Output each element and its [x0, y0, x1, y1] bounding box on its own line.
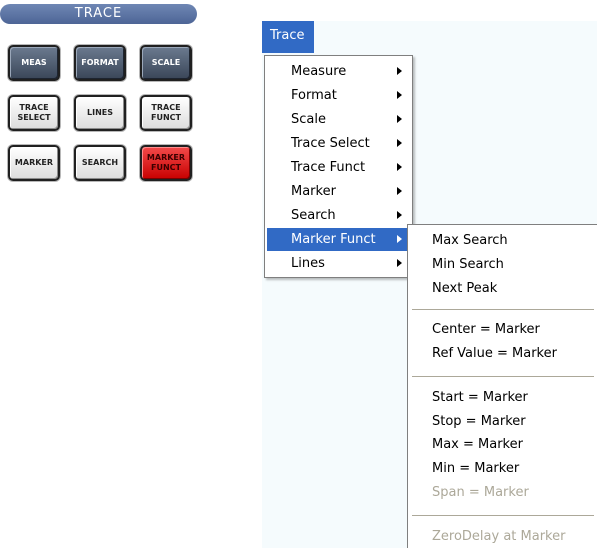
- menubar-trace[interactable]: Trace: [262, 21, 314, 53]
- submenu-item-max-search[interactable]: Max Search: [410, 229, 596, 252]
- menu-item-label: Search: [291, 208, 336, 223]
- submenu-item-stop-marker[interactable]: Stop = Marker: [410, 410, 596, 433]
- submenu-arrow-icon: [397, 163, 402, 171]
- menu-item-label: Trace Funct: [291, 160, 366, 175]
- submenu-arrow-icon: [397, 259, 402, 267]
- menu-item-measure[interactable]: Measure: [267, 60, 410, 83]
- panel-title: TRACE: [0, 4, 197, 24]
- menu-item-trace-funct[interactable]: Trace Funct: [267, 156, 410, 179]
- marker-funct-submenu: Max Search Min Search Next Peak Center =…: [407, 224, 597, 548]
- trace-select-button[interactable]: TRACE SELECT: [8, 95, 60, 131]
- submenu-item-ref-value-marker[interactable]: Ref Value = Marker: [410, 342, 596, 365]
- submenu-item-min-search[interactable]: Min Search: [410, 253, 596, 276]
- submenu-arrow-icon: [397, 91, 402, 99]
- menu-item-marker-funct[interactable]: Marker Funct: [267, 228, 410, 251]
- submenu-item-center-marker[interactable]: Center = Marker: [410, 318, 596, 341]
- menu-item-label: Measure: [291, 64, 347, 79]
- menu-item-label: Lines: [291, 256, 325, 271]
- submenu-item-min-marker[interactable]: Min = Marker: [410, 457, 596, 480]
- meas-button[interactable]: MEAS: [8, 45, 60, 81]
- menu-item-marker[interactable]: Marker: [267, 180, 410, 203]
- submenu-item-next-peak[interactable]: Next Peak: [410, 277, 596, 300]
- trace-funct-button[interactable]: TRACE FUNCT: [140, 95, 192, 131]
- menu-item-label: Trace Select: [291, 136, 370, 151]
- format-button[interactable]: FORMAT: [74, 45, 126, 81]
- menu-item-scale[interactable]: Scale: [267, 108, 410, 131]
- menu-separator: [412, 376, 594, 378]
- submenu-item-zerodelay-marker: ZeroDelay at Marker: [432, 529, 566, 544]
- trace-menu: Measure Format Scale Trace Select Trace …: [264, 55, 413, 278]
- submenu-arrow-icon: [397, 187, 402, 195]
- submenu-item-start-marker[interactable]: Start = Marker: [410, 386, 596, 409]
- submenu-arrow-icon: [397, 139, 402, 147]
- submenu-arrow-icon: [397, 211, 402, 219]
- menu-item-trace-select[interactable]: Trace Select: [267, 132, 410, 155]
- menu-separator: [412, 309, 594, 311]
- marker-button[interactable]: MARKER: [8, 145, 60, 181]
- submenu-arrow-icon: [397, 67, 402, 75]
- menu-item-format[interactable]: Format: [267, 84, 410, 107]
- menu-item-lines[interactable]: Lines: [267, 252, 410, 275]
- submenu-arrow-icon: [397, 115, 402, 123]
- menu-item-label: Marker Funct: [291, 232, 376, 247]
- menu-item-label: Format: [291, 88, 337, 103]
- search-button[interactable]: SEARCH: [74, 145, 126, 181]
- scale-button[interactable]: SCALE: [140, 45, 192, 81]
- submenu-item-max-marker[interactable]: Max = Marker: [410, 433, 596, 456]
- menu-item-label: Marker: [291, 184, 336, 199]
- marker-funct-button[interactable]: MARKER FUNCT: [140, 145, 192, 181]
- menu-item-search[interactable]: Search: [267, 204, 410, 227]
- trace-hardkey-panel: TRACE MEAS FORMAT SCALE TRACE SELECT LIN…: [0, 0, 197, 186]
- submenu-arrow-icon: [397, 235, 402, 243]
- menu-item-label: Scale: [291, 112, 326, 127]
- submenu-item-span-marker: Span = Marker: [432, 485, 529, 500]
- lines-button[interactable]: LINES: [74, 95, 126, 131]
- menu-separator: [412, 515, 594, 517]
